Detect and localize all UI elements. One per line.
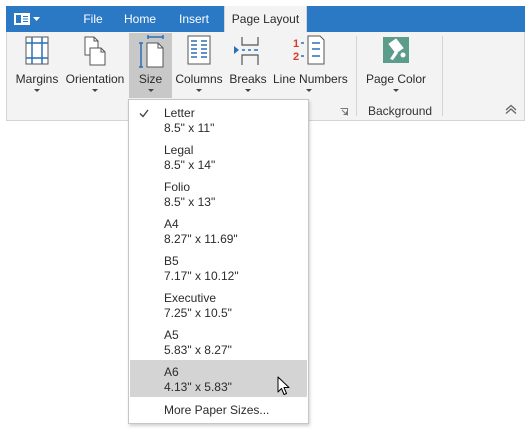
chevron-down-icon bbox=[393, 89, 399, 92]
size-option-name: Legal bbox=[164, 143, 194, 157]
columns-icon bbox=[187, 35, 211, 65]
size-option-folio[interactable]: Folio 8.5" x 13" bbox=[130, 175, 307, 212]
columns-button[interactable]: Columns bbox=[175, 33, 223, 98]
size-option-letter[interactable]: Letter 8.5" x 11" bbox=[130, 101, 307, 138]
margins-button[interactable]: Margins bbox=[12, 33, 62, 98]
orientation-button[interactable]: Orientation bbox=[65, 33, 125, 98]
size-option-a4[interactable]: A4 8.27" x 11.69" bbox=[130, 212, 307, 249]
mouse-cursor-icon bbox=[277, 376, 290, 395]
page-color-icon bbox=[383, 37, 409, 63]
checkmark-icon bbox=[139, 109, 149, 118]
line-numbers-icon: 1 2 bbox=[293, 35, 325, 65]
size-option-name: Executive bbox=[164, 291, 217, 305]
size-button[interactable]: Size bbox=[129, 33, 172, 98]
dialog-launcher-icon[interactable] bbox=[340, 108, 348, 116]
margins-icon bbox=[25, 36, 49, 65]
chevron-down-icon bbox=[147, 89, 154, 92]
line-numbers-button[interactable]: 1 2 Line Numbers bbox=[273, 33, 348, 98]
size-option-name: A4 bbox=[164, 217, 179, 231]
chevron-down-icon bbox=[196, 89, 202, 92]
collapse-ribbon-icon[interactable] bbox=[505, 104, 517, 114]
chevron-down-icon bbox=[34, 89, 40, 92]
size-option-name: A6 bbox=[164, 365, 179, 379]
size-icon bbox=[138, 35, 164, 68]
page-color-button[interactable]: Page Color bbox=[363, 33, 429, 98]
size-option-executive[interactable]: Executive 7.25" x 10.5" bbox=[130, 286, 307, 323]
tab-home[interactable]: Home bbox=[120, 6, 160, 32]
tab-page-layout[interactable]: Page Layout bbox=[224, 6, 307, 32]
size-option-name: B5 bbox=[164, 254, 179, 268]
app-menu-button[interactable] bbox=[14, 10, 54, 28]
chevron-down-icon bbox=[245, 89, 251, 92]
group-separator bbox=[442, 36, 443, 116]
orientation-icon bbox=[84, 36, 106, 66]
size-option-legal[interactable]: Legal 8.5" x 14" bbox=[130, 138, 307, 175]
line-number-glyph-2: 2 bbox=[293, 51, 299, 63]
breaks-button[interactable]: Breaks bbox=[227, 33, 269, 98]
size-label: Size bbox=[138, 72, 163, 86]
size-option-dimensions: 7.25" x 10.5" bbox=[164, 306, 232, 320]
chevron-down-icon bbox=[306, 89, 312, 92]
line-numbers-label: Line Numbers bbox=[273, 72, 348, 86]
size-option-dimensions: 7.17" x 10.12" bbox=[164, 269, 239, 283]
size-option-dimensions: 5.83" x 8.27" bbox=[164, 343, 232, 357]
size-option-a5[interactable]: A5 5.83" x 8.27" bbox=[130, 323, 307, 360]
margins-label: Margins bbox=[15, 72, 59, 86]
size-option-dimensions: 4.13" x 5.83" bbox=[164, 380, 232, 394]
size-option-dimensions: 8.5" x 14" bbox=[164, 158, 216, 172]
columns-label: Columns bbox=[175, 72, 223, 86]
tab-file[interactable]: File bbox=[76, 6, 110, 32]
size-option-name: A5 bbox=[164, 328, 179, 342]
orientation-label: Orientation bbox=[65, 72, 125, 86]
tab-insert[interactable]: Insert bbox=[171, 6, 217, 32]
page-color-label: Page Color bbox=[365, 72, 427, 86]
size-option-dimensions: 8.5" x 13" bbox=[164, 195, 216, 209]
size-option-name: Letter bbox=[164, 106, 195, 120]
more-paper-sizes-item[interactable]: More Paper Sizes... bbox=[164, 403, 269, 417]
size-option-dimensions: 8.5" x 11" bbox=[164, 121, 215, 135]
group-label-background: Background bbox=[368, 104, 433, 118]
group-separator bbox=[356, 36, 357, 116]
size-option-b5[interactable]: B5 7.17" x 10.12" bbox=[130, 249, 307, 286]
size-option-dimensions: 8.27" x 11.69" bbox=[164, 232, 238, 246]
line-number-glyph-1: 1 bbox=[293, 38, 299, 50]
breaks-icon bbox=[234, 37, 259, 65]
chevron-down-icon bbox=[33, 17, 40, 21]
app-menu-icon bbox=[14, 13, 30, 25]
ribbon-tab-bar: File Home Insert Page Layout bbox=[6, 6, 525, 32]
chevron-down-icon bbox=[92, 89, 98, 92]
breaks-label: Breaks bbox=[229, 72, 267, 86]
size-option-name: Folio bbox=[164, 180, 191, 194]
